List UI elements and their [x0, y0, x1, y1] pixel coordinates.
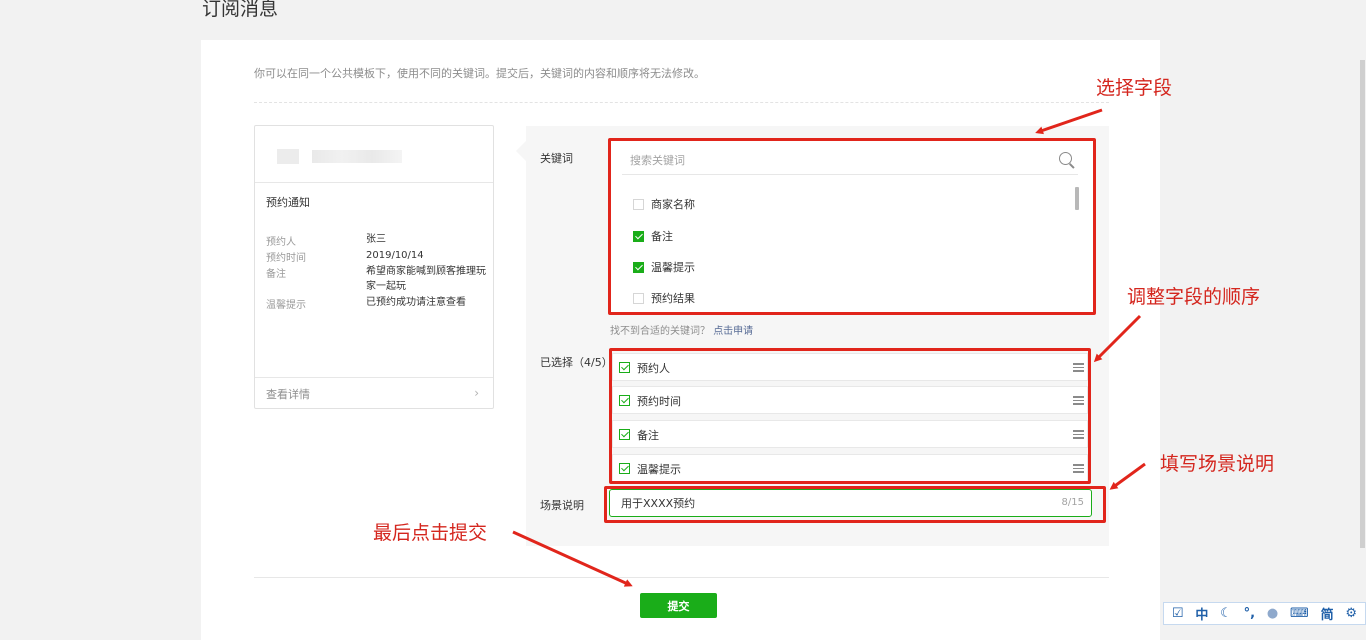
- arrow-icon: [1035, 108, 1103, 135]
- keyboard-icon[interactable]: ⌨: [1290, 606, 1309, 621]
- moon-icon[interactable]: ☾: [1220, 606, 1232, 621]
- ime-charset[interactable]: 简: [1321, 604, 1334, 623]
- arrow-icon: [1109, 462, 1146, 490]
- ime-language[interactable]: 中: [1195, 604, 1208, 623]
- arrow-icon: [512, 530, 633, 587]
- punctuation-icon[interactable]: °,: [1244, 606, 1255, 621]
- arrow-icon: [1093, 314, 1142, 363]
- annotation-arrows: [512, 108, 1146, 587]
- user-icon[interactable]: ●: [1267, 606, 1278, 621]
- gear-icon[interactable]: ⚙: [1345, 606, 1357, 621]
- ime-toggle-icon[interactable]: ☑: [1172, 606, 1184, 621]
- window-scrollbar[interactable]: [1360, 60, 1365, 548]
- ime-toolbar: ☑ 中 ☾ °, ● ⌨ 简 ⚙: [1163, 602, 1366, 625]
